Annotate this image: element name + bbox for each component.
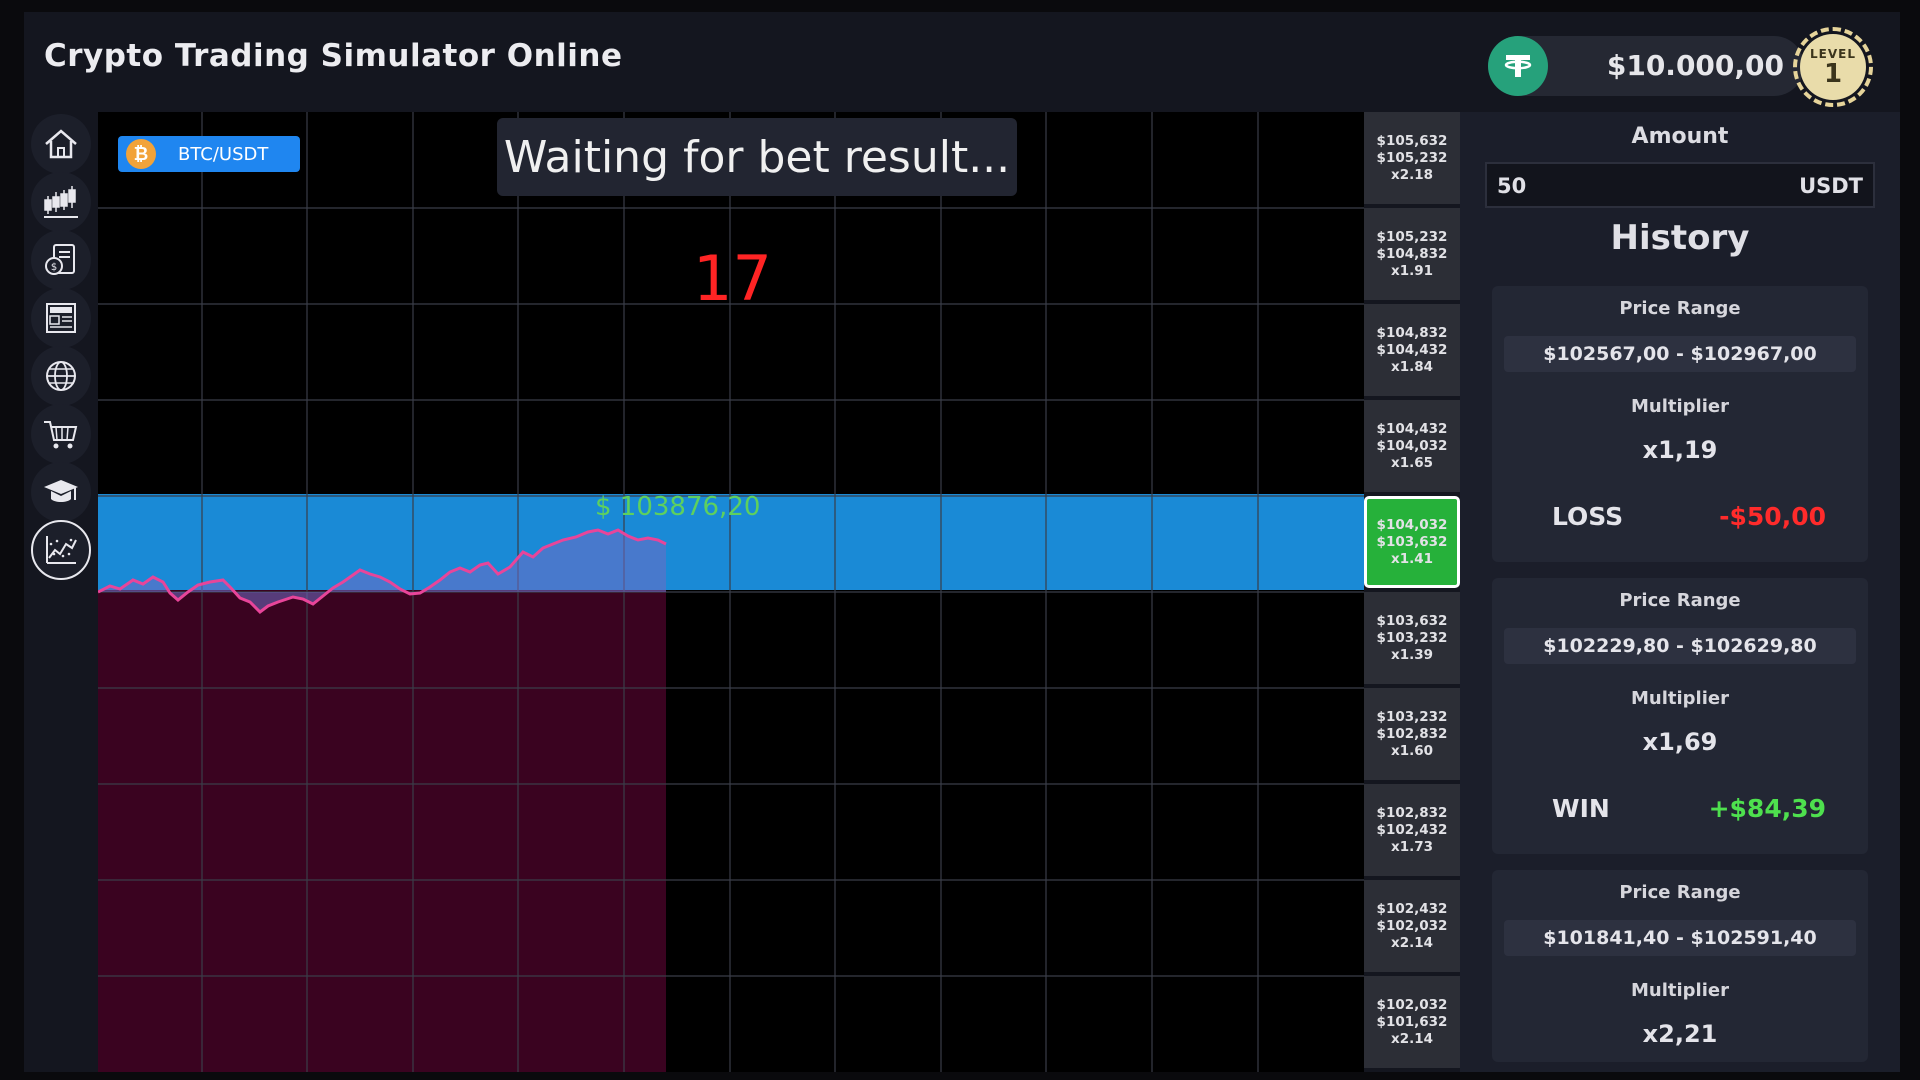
- multiplier-option[interactable]: $104,432 $104,032 x1.65: [1364, 400, 1460, 492]
- amount-value: 50: [1497, 174, 1527, 198]
- history-card: Price Range $101841,40 - $102591,40 Mult…: [1492, 870, 1868, 1062]
- app-title: Crypto Trading Simulator Online: [44, 38, 623, 74]
- balance-value: $10.000,00: [1606, 49, 1784, 82]
- sidebar-item-stats[interactable]: [31, 520, 91, 580]
- multiplier-label: Multiplier: [1631, 396, 1729, 417]
- sidebar-item-coins[interactable]: $: [31, 230, 91, 290]
- multiplier-option[interactable]: $102,832 $102,432 x1.73: [1364, 784, 1460, 876]
- multiplier-option-selected[interactable]: $104,032 $103,632 x1.41: [1364, 496, 1460, 588]
- multiplier-option[interactable]: $102,432 $102,032 x2.14: [1364, 880, 1460, 972]
- multiplier-value: x2,21: [1642, 1020, 1718, 1048]
- multiplier-option[interactable]: $105,232 $104,832 x1.91: [1364, 208, 1460, 300]
- price-range-value: $102229,80 - $102629,80: [1504, 628, 1856, 664]
- bet-panel: Amount 50 USDT History Price Range $1025…: [1460, 112, 1900, 1072]
- multiplier-option[interactable]: $103,632 $103,232 x1.39: [1364, 592, 1460, 684]
- sidebar-item-news[interactable]: [31, 288, 91, 348]
- pair-selector[interactable]: ₿ BTC/USDT: [118, 136, 300, 172]
- price-range-value: $102567,00 - $102967,00: [1504, 336, 1856, 372]
- multiplier-label: Multiplier: [1631, 980, 1729, 1001]
- tether-icon: [1488, 36, 1548, 96]
- current-price-label: $ 103876,20: [595, 492, 761, 522]
- graduation-cap-icon: [44, 480, 78, 502]
- price-range-label: Price Range: [1619, 590, 1741, 611]
- history-card: Price Range $102567,00 - $102967,00 Mult…: [1492, 286, 1868, 562]
- coins-document-icon: $: [45, 244, 75, 275]
- multiplier-value: x1,19: [1642, 436, 1718, 464]
- balance-display: $10.000,00: [1488, 36, 1804, 96]
- price-range-label: Price Range: [1619, 298, 1741, 319]
- sidebar-item-home[interactable]: [31, 114, 91, 174]
- multiplier-option[interactable]: $104,832 $104,432 x1.84: [1364, 304, 1460, 396]
- header: Crypto Trading Simulator Online $10.000,…: [24, 12, 1900, 112]
- multiplier-value: x1,69: [1642, 728, 1718, 756]
- amount-title: Amount: [1631, 124, 1729, 149]
- pair-label: BTC/USDT: [178, 143, 269, 165]
- multiplier-option[interactable]: $102,032 $101,632 x2.14: [1364, 976, 1460, 1068]
- result-amount: -$50,00: [1719, 502, 1826, 531]
- level-badge[interactable]: LEVEL 1: [1793, 27, 1873, 107]
- candlestick-chart-icon: [44, 186, 78, 218]
- globe-icon: [46, 361, 76, 391]
- shopping-cart-icon: [44, 421, 78, 449]
- home-icon: [45, 129, 77, 159]
- price-chart[interactable]: ₿ BTC/USDT Waiting for bet result... 17 …: [98, 112, 1364, 1072]
- sidebar-item-learn[interactable]: [31, 462, 91, 522]
- svg-text:$: $: [51, 262, 57, 273]
- status-banner: Waiting for bet result...: [497, 118, 1017, 196]
- price-range-value: $101841,40 - $102591,40: [1504, 920, 1856, 956]
- countdown-timer: 17: [693, 242, 772, 315]
- level-value: 1: [1823, 59, 1843, 89]
- sidebar-item-globe[interactable]: [31, 346, 91, 406]
- result-label: LOSS: [1552, 502, 1624, 531]
- history-fill-area: [98, 582, 666, 1072]
- multiplier-column: $105,632 $105,232 x2.18 $105,232 $104,832 x1…: [1364, 112, 1460, 1072]
- multiplier-option[interactable]: $103,232 $102,832 x1.60: [1364, 688, 1460, 780]
- result-label: WIN: [1552, 794, 1610, 823]
- app-frame: Crypto Trading Simulator Online $10.000,…: [24, 12, 1900, 1072]
- price-range-label: Price Range: [1619, 882, 1741, 903]
- multiplier-option[interactable]: $105,632 $105,232 x2.18: [1364, 112, 1460, 204]
- bitcoin-icon: ₿: [126, 139, 156, 169]
- history-card: Price Range $102229,80 - $102629,80 Mult…: [1492, 578, 1868, 854]
- sidebar-item-shop[interactable]: [31, 404, 91, 464]
- result-amount: +$84,39: [1708, 794, 1826, 823]
- sidebar: $: [24, 112, 98, 1072]
- news-icon: [46, 303, 76, 333]
- amount-input[interactable]: 50 USDT: [1485, 162, 1875, 208]
- amount-unit: USDT: [1799, 174, 1863, 198]
- multiplier-label: Multiplier: [1631, 688, 1729, 709]
- statistics-chart-icon: [46, 536, 77, 564]
- history-title: History: [1610, 218, 1750, 258]
- sidebar-item-chart[interactable]: [31, 172, 91, 232]
